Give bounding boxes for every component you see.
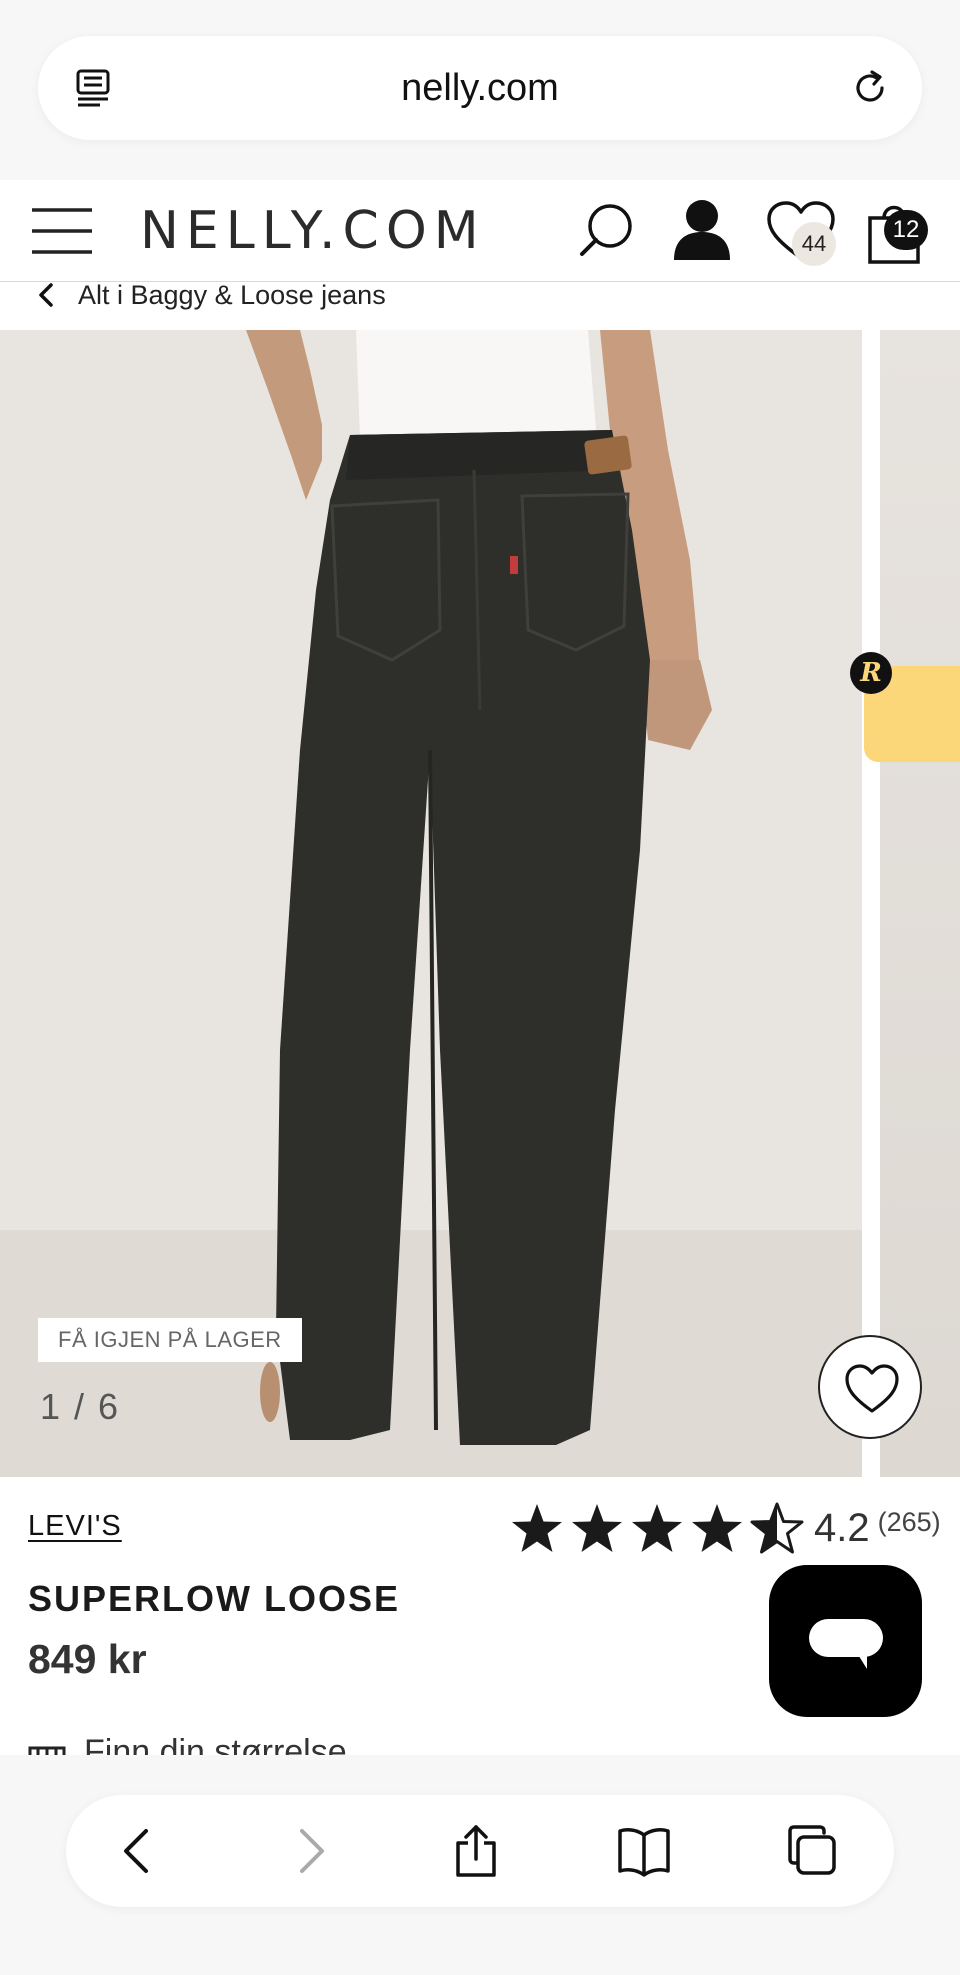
chevron-left-icon <box>39 283 53 307</box>
tabs-icon[interactable] <box>784 1823 840 1879</box>
menu-icon[interactable] <box>30 206 94 256</box>
badge-letter-small: R <box>850 652 892 694</box>
bookmarks-icon[interactable] <box>616 1823 672 1879</box>
browser-bottom-bar <box>0 1755 960 1975</box>
product-name: SUPERLOW LOOSE <box>28 1578 401 1619</box>
reload-icon[interactable] <box>848 66 892 110</box>
back-icon[interactable] <box>112 1823 168 1879</box>
star-full-icon <box>512 1504 562 1552</box>
breadcrumb[interactable]: Alt i Baggy & Loose jeans <box>36 278 386 312</box>
slide-counter: 1 / 6 <box>40 1386 121 1427</box>
page: nelly.com NELLY.COM 44 12 Alt i Baggy & … <box>0 0 960 1975</box>
bag-count-badge: 12 <box>884 210 928 250</box>
browser-toolbar <box>66 1795 894 1907</box>
product-image[interactable] <box>0 330 862 1477</box>
add-to-wishlist-button[interactable] <box>818 1335 922 1439</box>
search-icon[interactable] <box>578 202 634 258</box>
address-bar[interactable]: nelly.com <box>38 36 922 140</box>
browser-top-bar: nelly.com <box>0 0 960 180</box>
product-gallery[interactable]: R R FÅ IGJEN PÅ LAGER 1 / 6 <box>0 330 960 1477</box>
product-rating[interactable]: 4.2 (265) <box>510 1498 941 1558</box>
stock-status-badge: FÅ IGJEN PÅ LAGER <box>38 1318 302 1362</box>
chat-bubble-icon <box>809 1619 883 1669</box>
breadcrumb-label[interactable]: Alt i Baggy & Loose jeans <box>78 280 386 311</box>
forward-icon[interactable] <box>280 1823 336 1879</box>
rating-value: 4.2 <box>814 1505 870 1550</box>
next-product-image-peek[interactable] <box>880 330 960 1477</box>
wishlist-count-badge: 44 <box>792 222 836 266</box>
product-price: 849 kr <box>28 1636 147 1682</box>
heart-outline-icon <box>845 1364 899 1413</box>
user-icon[interactable] <box>672 198 732 260</box>
star-full-icon <box>692 1504 742 1552</box>
brand-link[interactable]: LEVI'S <box>28 1510 122 1543</box>
url-text[interactable]: nelly.com <box>38 36 922 140</box>
review-count[interactable]: (265) <box>878 1507 941 1538</box>
share-icon[interactable] <box>448 1823 504 1879</box>
site-logo[interactable]: NELLY.COM <box>140 200 486 262</box>
site-header: NELLY.COM 44 12 <box>0 180 960 282</box>
star-full-icon <box>632 1504 682 1552</box>
star-full-icon <box>572 1504 622 1552</box>
star-half-icon <box>750 1502 804 1554</box>
jeans-photo <box>0 330 862 1477</box>
chat-button[interactable] <box>769 1565 922 1717</box>
